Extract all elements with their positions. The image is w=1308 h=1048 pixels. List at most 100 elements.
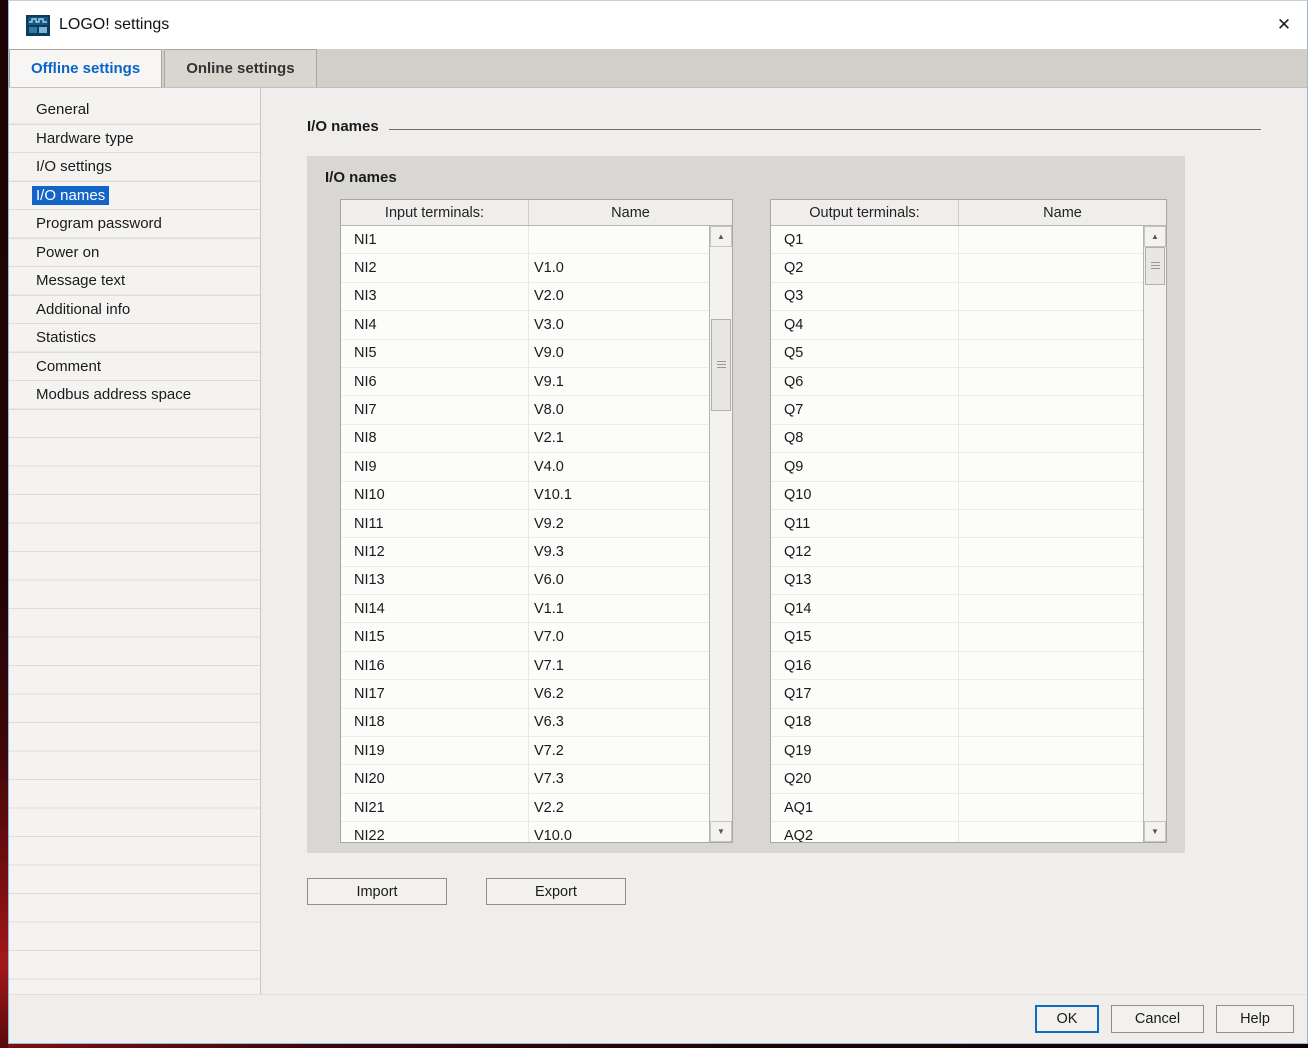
- scroll-down-button[interactable]: ▼: [710, 821, 732, 842]
- scroll-down-button[interactable]: ▼: [1144, 821, 1166, 842]
- tab[interactable]: Offline settings: [9, 49, 162, 87]
- table-row[interactable]: NI18 V6.3: [341, 709, 709, 737]
- name-cell[interactable]: V6.2: [528, 680, 709, 707]
- tab[interactable]: Online settings: [164, 49, 316, 87]
- name-cell[interactable]: V9.0: [528, 340, 709, 367]
- table-row[interactable]: AQ2: [771, 822, 1143, 842]
- table-row[interactable]: Q8: [771, 425, 1143, 453]
- name-cell[interactable]: V2.0: [528, 283, 709, 310]
- name-cell[interactable]: V7.0: [528, 623, 709, 650]
- table-row[interactable]: Q4: [771, 311, 1143, 339]
- table-row[interactable]: NI4 V3.0: [341, 311, 709, 339]
- import-button[interactable]: Import: [307, 878, 447, 905]
- name-cell[interactable]: V8.0: [528, 396, 709, 423]
- table-row[interactable]: Q2: [771, 254, 1143, 282]
- table-row[interactable]: Q5: [771, 340, 1143, 368]
- sidebar-item[interactable]: I/O names: [9, 182, 260, 211]
- table-row[interactable]: NI19 V7.2: [341, 737, 709, 765]
- name-cell[interactable]: V7.1: [528, 652, 709, 679]
- scroll-up-button[interactable]: ▲: [1144, 226, 1166, 247]
- name-cell[interactable]: [958, 538, 1143, 565]
- table-row[interactable]: NI2 V1.0: [341, 254, 709, 282]
- table-row[interactable]: NI3 V2.0: [341, 283, 709, 311]
- sidebar-item[interactable]: Power on: [9, 239, 260, 268]
- scroll-thumb[interactable]: [1145, 247, 1165, 285]
- table-row[interactable]: Q18: [771, 709, 1143, 737]
- table-row[interactable]: NI5 V9.0: [341, 340, 709, 368]
- name-cell[interactable]: [528, 226, 709, 253]
- name-cell[interactable]: V6.0: [528, 567, 709, 594]
- name-cell[interactable]: [958, 482, 1143, 509]
- table-row[interactable]: Q7: [771, 396, 1143, 424]
- name-cell[interactable]: [958, 311, 1143, 338]
- scroll-thumb[interactable]: [711, 319, 731, 411]
- table-row[interactable]: Q6: [771, 368, 1143, 396]
- table-row[interactable]: Q17: [771, 680, 1143, 708]
- name-cell[interactable]: [958, 567, 1143, 594]
- table-row[interactable]: NI13 V6.0: [341, 567, 709, 595]
- name-cell[interactable]: V10.1: [528, 482, 709, 509]
- name-cell[interactable]: V1.1: [528, 595, 709, 622]
- name-cell[interactable]: [958, 283, 1143, 310]
- table-row[interactable]: NI10 V10.1: [341, 482, 709, 510]
- table-row[interactable]: Q9: [771, 453, 1143, 481]
- table-row[interactable]: NI16 V7.1: [341, 652, 709, 680]
- sidebar-item[interactable]: Modbus address space: [9, 381, 260, 410]
- sidebar-item[interactable]: Additional info: [9, 296, 260, 325]
- export-button[interactable]: Export: [486, 878, 626, 905]
- name-cell[interactable]: [958, 425, 1143, 452]
- table-row[interactable]: NI15 V7.0: [341, 623, 709, 651]
- table-row[interactable]: Q11: [771, 510, 1143, 538]
- name-cell[interactable]: [958, 340, 1143, 367]
- name-cell[interactable]: V2.1: [528, 425, 709, 452]
- name-cell[interactable]: V9.2: [528, 510, 709, 537]
- table-row[interactable]: Q13: [771, 567, 1143, 595]
- scroll-track[interactable]: [710, 247, 732, 821]
- table-row[interactable]: NI8 V2.1: [341, 425, 709, 453]
- table-row[interactable]: NI21 V2.2: [341, 794, 709, 822]
- name-cell[interactable]: V4.0: [528, 453, 709, 480]
- table-row[interactable]: NI7 V8.0: [341, 396, 709, 424]
- name-cell[interactable]: [958, 368, 1143, 395]
- sidebar-item[interactable]: I/O settings: [9, 153, 260, 182]
- name-cell[interactable]: [958, 254, 1143, 281]
- name-cell[interactable]: V9.1: [528, 368, 709, 395]
- table-row[interactable]: NI12 V9.3: [341, 538, 709, 566]
- scroll-up-button[interactable]: ▲: [710, 226, 732, 247]
- table-row[interactable]: Q3: [771, 283, 1143, 311]
- table-row[interactable]: Q1: [771, 226, 1143, 254]
- table-row[interactable]: AQ1: [771, 794, 1143, 822]
- name-cell[interactable]: V7.3: [528, 765, 709, 792]
- name-cell[interactable]: V9.3: [528, 538, 709, 565]
- table-row[interactable]: NI20 V7.3: [341, 765, 709, 793]
- table-row[interactable]: NI11 V9.2: [341, 510, 709, 538]
- name-cell[interactable]: V6.3: [528, 709, 709, 736]
- name-cell[interactable]: [958, 765, 1143, 792]
- input-table-scrollbar[interactable]: ▲ ▼: [709, 226, 732, 842]
- sidebar-item[interactable]: Statistics: [9, 324, 260, 353]
- name-cell[interactable]: [958, 226, 1143, 253]
- name-cell[interactable]: [958, 822, 1143, 842]
- table-row[interactable]: Q12: [771, 538, 1143, 566]
- output-table-scrollbar[interactable]: ▲ ▼: [1143, 226, 1166, 842]
- table-row[interactable]: NI6 V9.1: [341, 368, 709, 396]
- table-row[interactable]: Q20: [771, 765, 1143, 793]
- name-cell[interactable]: V10.0: [528, 822, 709, 842]
- sidebar-item[interactable]: Comment: [9, 353, 260, 382]
- name-cell[interactable]: V1.0: [528, 254, 709, 281]
- name-cell[interactable]: V7.2: [528, 737, 709, 764]
- sidebar-item[interactable]: Hardware type: [9, 125, 260, 154]
- table-row[interactable]: Q10: [771, 482, 1143, 510]
- name-cell[interactable]: [958, 794, 1143, 821]
- cancel-button[interactable]: Cancel: [1111, 1005, 1204, 1033]
- sidebar-item[interactable]: General: [9, 96, 260, 125]
- table-row[interactable]: Q14: [771, 595, 1143, 623]
- table-row[interactable]: Q16: [771, 652, 1143, 680]
- scroll-track[interactable]: [1144, 247, 1166, 821]
- name-cell[interactable]: [958, 510, 1143, 537]
- close-button[interactable]: ✕: [1261, 1, 1307, 49]
- table-row[interactable]: NI9 V4.0: [341, 453, 709, 481]
- table-row[interactable]: NI1: [341, 226, 709, 254]
- ok-button[interactable]: OK: [1035, 1005, 1099, 1033]
- sidebar-item[interactable]: Program password: [9, 210, 260, 239]
